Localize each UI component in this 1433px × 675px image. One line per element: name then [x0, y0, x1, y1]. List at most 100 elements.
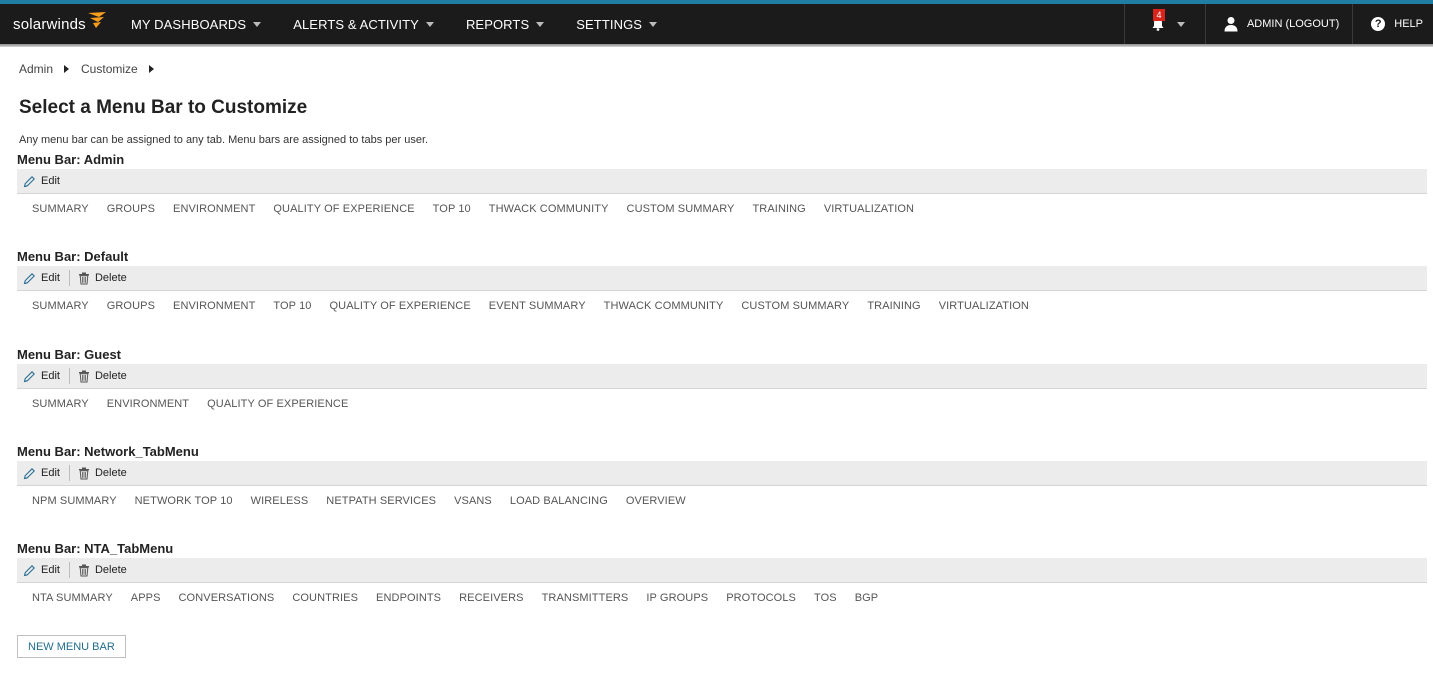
- menu-bar-tab-item: NETWORK TOP 10: [134, 495, 233, 507]
- menu-bar-tab-item: CUSTOM SUMMARY: [626, 203, 735, 215]
- help-button[interactable]: ? HELP: [1352, 4, 1433, 44]
- user-menu[interactable]: ADMIN (LOGOUT): [1204, 4, 1352, 44]
- nav-my-dashboards[interactable]: MY DASHBOARDS: [131, 16, 262, 32]
- topbar-shadow: [0, 44, 1433, 47]
- breadcrumb-arrow-icon[interactable]: [148, 65, 154, 73]
- delete-button[interactable]: Delete: [78, 467, 136, 480]
- logout-link[interactable]: (LOGOUT): [1285, 18, 1339, 30]
- menu-bar-section: Menu Bar: Network_TabMenu Edit Delete NPM S…: [17, 443, 1427, 516]
- page-title: Select a Menu Bar to Customize: [19, 97, 308, 118]
- edit-label: Edit: [41, 564, 60, 576]
- trash-icon: [78, 564, 89, 576]
- menu-bar-tab-item: RECEIVERS: [459, 592, 524, 604]
- menu-bar-section: Menu Bar: Guest Edit Delete SUMMARY ENVIRONM…: [17, 346, 1427, 419]
- menu-bar-tab-item: ENVIRONMENT: [106, 398, 190, 410]
- menu-bar-tabs: SUMMARY GROUPS ENVIRONMENT TOP 10 QUALITY OF…: [17, 291, 1427, 321]
- menu-bar-tab-item: VIRTUALIZATION: [938, 300, 1029, 312]
- menu-bar-tab-item: NTA SUMMARY: [32, 592, 113, 604]
- menu-bar-tab-item: LOAD BALANCING: [509, 495, 608, 507]
- menu-bar-tab-item: TOP 10: [273, 300, 312, 312]
- breadcrumb-admin[interactable]: Admin: [19, 62, 53, 76]
- chevron-down-icon: [649, 21, 658, 27]
- menu-bar-toolbar: Edit Delete: [17, 558, 1427, 583]
- menu-bar-toolbar: Edit: [17, 169, 1427, 194]
- delete-label: Delete: [94, 370, 127, 382]
- menu-bar-tabs: SUMMARY ENVIRONMENT QUALITY OF EXPERIENCE: [17, 389, 1427, 419]
- notifications-button[interactable]: 4: [1123, 4, 1205, 44]
- menu-bar-tab-item: THWACK COMMUNITY: [488, 203, 609, 215]
- menu-bar-tab-item: QUALITY OF EXPERIENCE: [207, 398, 349, 410]
- menu-bar-tab-item: IP GROUPS: [646, 592, 709, 604]
- edit-button[interactable]: Edit: [23, 467, 69, 480]
- menu-bar-tabs: NTA SUMMARY APPS CONVERSATIONS COUNTRIES END…: [17, 583, 1427, 613]
- menu-bar-tab-item: ENVIRONMENT: [173, 203, 256, 215]
- edit-label: Edit: [41, 175, 60, 187]
- pencil-icon: [23, 272, 35, 284]
- menu-bar-tab-item: VSANS: [454, 495, 492, 507]
- logo-text: solarwinds: [13, 15, 86, 33]
- menu-bar-tab-item: WIRELESS: [250, 495, 309, 507]
- menu-bar-tab-item: APPS: [130, 592, 161, 604]
- header-right: 4 ADMIN (LOGOUT) ? HELP: [1123, 4, 1433, 44]
- edit-button[interactable]: Edit: [23, 370, 69, 383]
- edit-button[interactable]: Edit: [23, 272, 69, 285]
- breadcrumb-arrow-icon[interactable]: [64, 65, 70, 73]
- delete-button[interactable]: Delete: [78, 564, 136, 577]
- nav-label: MY DASHBOARDS: [131, 16, 247, 32]
- user-icon: [1224, 17, 1238, 32]
- menu-bar-toolbar: Edit Delete: [17, 461, 1427, 486]
- edit-label: Edit: [41, 272, 60, 284]
- delete-label: Delete: [94, 272, 127, 284]
- top-navigation-bar: solarwinds MY DASHBOARDS ALERTS & ACTIVI…: [0, 4, 1433, 44]
- toolbar-divider: [68, 368, 70, 384]
- main-nav: MY DASHBOARDS ALERTS & ACTIVITY REPORTS …: [131, 4, 689, 44]
- menu-bar-title: Menu Bar: NTA_TabMenu: [17, 541, 174, 556]
- menu-bar-toolbar: Edit Delete: [17, 364, 1427, 389]
- delete-button[interactable]: Delete: [78, 272, 136, 285]
- menu-bar-tabs: SUMMARY GROUPS ENVIRONMENT QUALITY OF EXPER…: [17, 194, 1427, 224]
- notification-count-badge: 4: [1152, 9, 1165, 21]
- delete-button[interactable]: Delete: [78, 370, 136, 383]
- menu-bar-toolbar: Edit Delete: [17, 266, 1427, 291]
- toolbar-divider: [68, 465, 70, 481]
- menu-bar-tab-item: THWACK COMMUNITY: [603, 300, 724, 312]
- menu-bar-tab-item: SUMMARY: [32, 398, 89, 410]
- help-icon: ?: [1371, 17, 1386, 31]
- menu-bar-tabs: NPM SUMMARY NETWORK TOP 10 WIRELESS NETPATH…: [17, 486, 1427, 516]
- nav-settings[interactable]: SETTINGS: [576, 17, 658, 32]
- menu-bar-tab-item: COUNTRIES: [292, 592, 359, 604]
- menu-bar-title: Menu Bar: Default: [17, 249, 129, 264]
- help-label: HELP: [1394, 18, 1423, 30]
- breadcrumb-customize[interactable]: Customize: [81, 62, 138, 76]
- edit-button[interactable]: Edit: [23, 564, 69, 577]
- menu-bar-tab-item: VIRTUALIZATION: [823, 203, 915, 215]
- menu-bar-tab-item: CUSTOM SUMMARY: [741, 300, 850, 312]
- new-menu-bar-button[interactable]: NEW MENU BAR: [17, 635, 126, 658]
- solarwinds-logo[interactable]: solarwinds: [0, 4, 118, 44]
- edit-label: Edit: [41, 467, 60, 479]
- menu-bar-tab-item: PROTOCOLS: [726, 592, 796, 604]
- menu-bar-tab-item: TRAINING: [867, 300, 921, 312]
- menu-bar-section: Menu Bar: Default Edit Delete SUMMARY GROUPS…: [17, 248, 1427, 321]
- nav-alerts-activity[interactable]: ALERTS & ACTIVITY: [293, 17, 434, 32]
- menu-bar-title: Menu Bar: Network_TabMenu: [17, 444, 199, 459]
- menu-bar-tab-item: OVERVIEW: [625, 495, 686, 507]
- menu-bar-tab-item: ENVIRONMENT: [173, 300, 256, 312]
- menu-bar-tab-item: TOP 10: [432, 203, 471, 215]
- nav-reports[interactable]: REPORTS: [465, 16, 545, 32]
- nav-label: ALERTS & ACTIVITY: [293, 16, 419, 32]
- edit-button[interactable]: Edit: [23, 175, 69, 188]
- toolbar-divider: [68, 562, 70, 578]
- nav-label: REPORTS: [465, 16, 530, 32]
- page-description: Any menu bar can be assigned to any tab.…: [19, 134, 429, 146]
- pencil-icon: [23, 370, 35, 382]
- delete-label: Delete: [94, 564, 127, 576]
- menu-bar-tab-item: BGP: [854, 592, 879, 604]
- chevron-down-icon: [1176, 21, 1185, 27]
- trash-icon: [78, 370, 89, 382]
- menu-bar-section: Menu Bar: Admin Edit SUMMARY GROUPS ENVIRONM…: [17, 151, 1427, 224]
- menu-bar-tab-item: QUALITY OF EXPERIENCE: [273, 203, 415, 215]
- menu-bar-tab-item: ENDPOINTS: [376, 592, 442, 604]
- menu-bar-tab-item: SUMMARY: [32, 300, 89, 312]
- trash-icon: [78, 467, 89, 479]
